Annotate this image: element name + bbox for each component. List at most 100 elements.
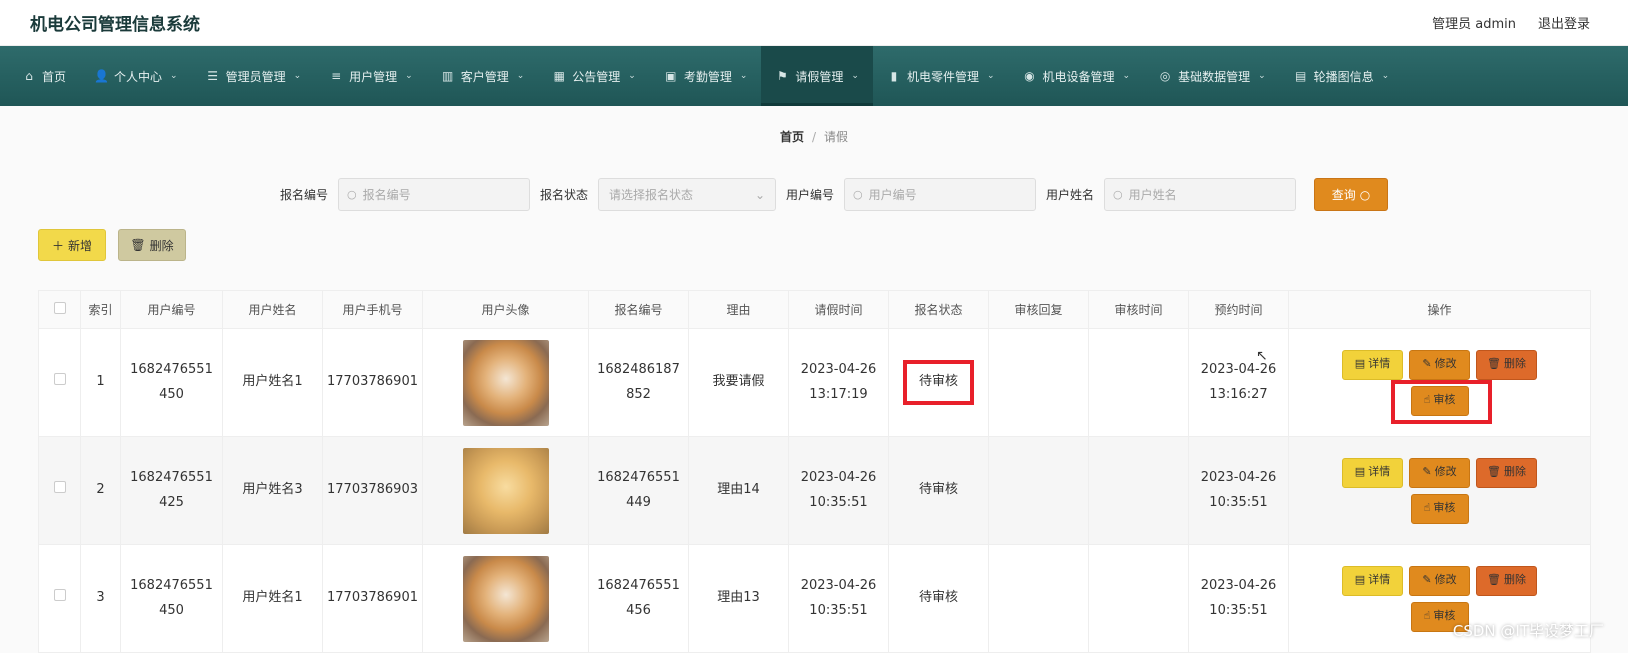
nav-item-5[interactable]: ▦ 公告管理 ⌄: [538, 46, 650, 106]
edit-button-label: 修改: [1434, 465, 1457, 479]
nav-item-8[interactable]: ▮ 机电零件管理 ⌄: [873, 46, 1009, 106]
column-header-6: 报名编号: [588, 290, 689, 329]
search-input-0[interactable]: ○ 报名编号: [337, 178, 530, 211]
search-icon: ○: [1359, 187, 1371, 202]
status-select[interactable]: 请选择报名状态 ⌄: [598, 178, 776, 211]
detail-button[interactable]: ▤ 详情: [1342, 457, 1403, 488]
nav-item-0[interactable]: ⌂ 首页: [8, 46, 80, 106]
nav-item-4[interactable]: ▥ 客户管理 ⌄: [427, 46, 539, 106]
chevron-down-icon: ⌄: [1381, 71, 1390, 81]
reason-value: 理由14: [717, 482, 760, 498]
cell-user-name: 用户姓名1: [222, 544, 323, 653]
table-row: 1 1682476551450 用户姓名1 17703786901 1682486187…: [38, 328, 1591, 437]
cell-user-name: 用户姓名1: [222, 328, 323, 437]
thumbs-up-icon: ☝: [1423, 501, 1431, 515]
nav-item-7[interactable]: ⚑ 请假管理 ⌄: [761, 46, 873, 106]
user-icon: 👤: [94, 69, 109, 83]
nav-item-label: 个人中心: [114, 69, 163, 84]
document-icon: ▤: [1354, 357, 1366, 371]
cell-status: 待审核: [888, 328, 989, 437]
query-button[interactable]: 查询 ○: [1314, 178, 1389, 211]
delete-button[interactable]: 🗑 删除: [1476, 457, 1537, 488]
row-checkbox[interactable]: [53, 373, 66, 386]
edit-button[interactable]: ✎ 修改: [1409, 457, 1470, 488]
flag-icon: ⚑: [777, 69, 788, 83]
nav-item-label: 请假管理: [795, 69, 844, 84]
cell-user-name: 用户姓名3: [222, 436, 323, 545]
detail-button[interactable]: ▤ 详情: [1342, 565, 1403, 596]
row-checkbox[interactable]: [53, 481, 66, 494]
search-input-3[interactable]: ○ 用户姓名: [1104, 178, 1297, 211]
nav-item-label: 机电零件管理: [906, 69, 979, 84]
nav-item-9[interactable]: ◉ 机电设备管理 ⌄: [1009, 46, 1145, 106]
chevron-down-icon: ⌄: [516, 71, 525, 81]
pencil-icon: ✎: [1422, 465, 1432, 479]
column-header-0: [38, 290, 81, 329]
audit-button[interactable]: ☝ 审核: [1410, 493, 1469, 524]
cell-reason: 我要请假: [688, 328, 789, 437]
cell-sign-no: 1682476551456: [588, 544, 689, 653]
search-label-2: 用户编号: [786, 188, 835, 202]
thumbs-up-icon: ☝: [1423, 393, 1431, 407]
cell-avatar: [422, 436, 589, 545]
sign-no-value: 1682476551449: [597, 469, 680, 510]
admin-label[interactable]: 管理员 admin: [1432, 13, 1516, 32]
search-label-3: 用户姓名: [1046, 188, 1095, 202]
search-input-2[interactable]: ○ 用户编号: [844, 178, 1037, 211]
breadcrumb-home[interactable]: 首页: [780, 130, 804, 144]
nav-item-label: 管理员管理: [225, 69, 286, 84]
nav-item-1[interactable]: 👤 个人中心 ⌄: [80, 46, 192, 106]
nav-item-label: 机电设备管理: [1042, 69, 1115, 84]
search-icon: ○: [346, 188, 357, 201]
cell-phone: 17703786901: [322, 328, 423, 437]
plus-icon: ＋: [51, 238, 64, 253]
delete-button[interactable]: 🗑 删除: [1476, 565, 1537, 596]
nav-item-10[interactable]: ◎ 基础数据管理 ⌄: [1144, 46, 1280, 106]
logout-link[interactable]: 退出登录: [1538, 13, 1590, 32]
chevron-down-icon: ⌄: [851, 71, 859, 81]
delete-button-label: 删除: [1503, 573, 1526, 587]
detail-button-label: 详情: [1368, 465, 1391, 479]
row-checkbox[interactable]: [53, 589, 66, 602]
row-checkbox-cell: [38, 436, 81, 545]
operation-buttons: ▤ 详情 ✎ 修改 🗑 删除 ☝ 审核: [1342, 457, 1537, 524]
nav-item-11[interactable]: ▤ 轮播图信息 ⌄: [1280, 46, 1404, 106]
user-avatar-image: [462, 339, 549, 426]
cell-status: 待审核: [888, 436, 989, 545]
mouse-cursor-icon: ↖: [1256, 348, 1268, 364]
audit-button-label: 审核: [1433, 393, 1456, 407]
search-icon: ○: [853, 188, 863, 201]
nav-item-3[interactable]: ≡ 用户管理 ⌄: [315, 46, 427, 106]
status-badge: 待审核: [902, 360, 974, 405]
cell-audit-time: [1088, 436, 1189, 545]
document-icon: ▤: [1354, 573, 1366, 587]
user-name-value: 用户姓名1: [242, 374, 303, 390]
edit-button[interactable]: ✎ 修改: [1409, 349, 1470, 380]
appt-time-value: 2023-04-26 13:16:27: [1200, 361, 1277, 402]
nav-item-6[interactable]: ▣ 考勤管理 ⌄: [650, 46, 762, 106]
top-bar: 机电公司管理信息系统 管理员 admin 退出登录: [0, 0, 1628, 46]
cell-sign-no: 1682486187852: [588, 328, 689, 437]
nav-item-2[interactable]: ☰ 管理员管理 ⌄: [192, 46, 316, 106]
delete-button[interactable]: 🗑 删除: [1476, 349, 1537, 380]
add-button[interactable]: ＋ 新增: [38, 229, 106, 261]
edit-button[interactable]: ✎ 修改: [1409, 565, 1470, 596]
cell-reply: [988, 436, 1089, 545]
user-no-value: 1682476551450: [130, 361, 213, 402]
operations-cell: ▤ 详情 ✎ 修改 🗑 删除 ☝ 审核: [1288, 328, 1591, 437]
delete-button-label: 删除: [1503, 357, 1526, 371]
cell-appt-time: 2023-04-26 13:16:27: [1188, 328, 1289, 437]
cell-reply: [988, 544, 1089, 653]
audit-button[interactable]: ☝ 审核: [1410, 385, 1469, 416]
detail-button[interactable]: ▤ 详情: [1342, 349, 1403, 380]
nav-item-label: 客户管理: [460, 69, 509, 84]
appt-time-value: 2023-04-26 10:35:51: [1200, 469, 1277, 510]
select-all-checkbox[interactable]: [53, 302, 66, 314]
nav-item-label: 首页: [42, 69, 67, 84]
column-header-1: 索引: [80, 290, 121, 329]
batch-delete-button[interactable]: 🗑 删除: [118, 229, 186, 261]
chevron-down-icon: ⌄: [405, 71, 413, 81]
image-chart-icon: ▤: [1294, 69, 1307, 83]
cell-reason: 理由13: [688, 544, 789, 653]
batch-delete-label: 删除: [149, 238, 174, 253]
